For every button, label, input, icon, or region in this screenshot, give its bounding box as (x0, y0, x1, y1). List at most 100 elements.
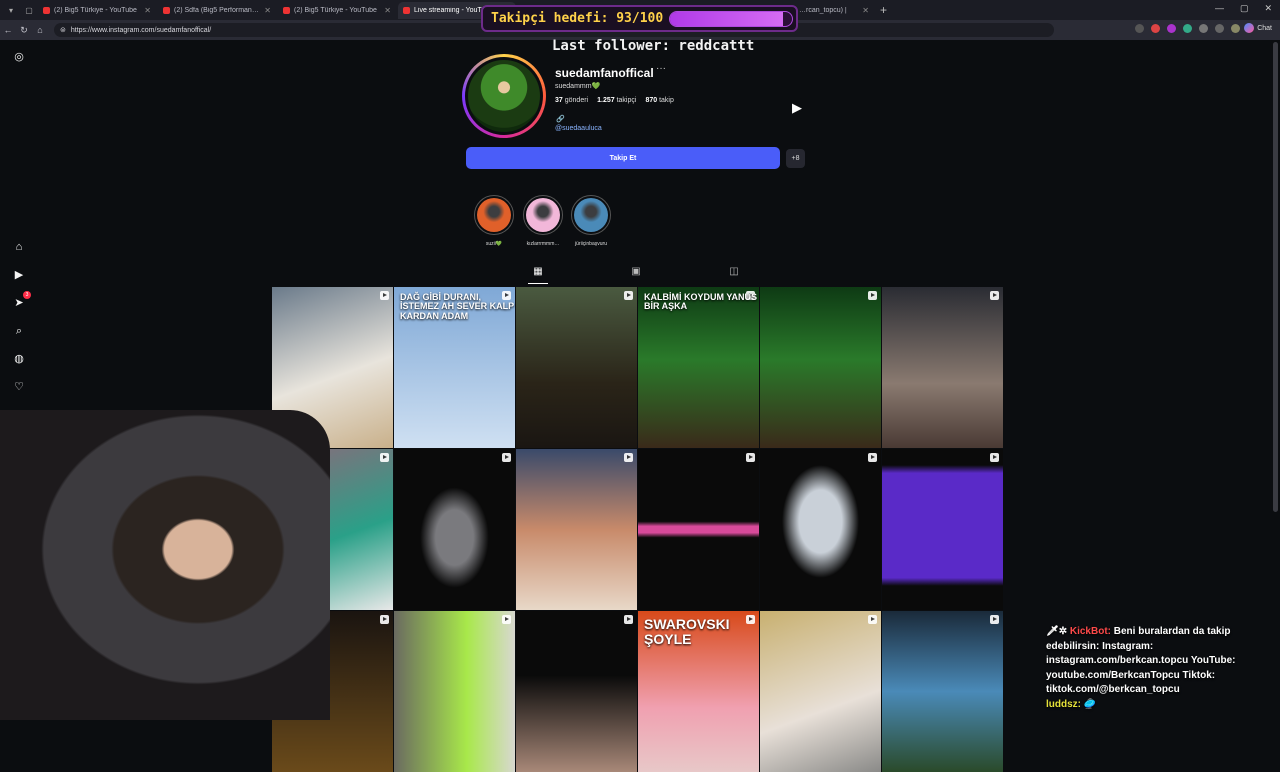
reel-icon (380, 615, 389, 624)
tab-label: (2) Sdfa (Big5 Performans) - B Gr… (174, 6, 260, 14)
story-highlight[interactable]: suzii💚 (474, 195, 514, 247)
post-thumbnail[interactable] (760, 611, 881, 772)
search-icon[interactable]: ⌕ (12, 324, 26, 338)
followers-count[interactable]: 1.257 takipçi (597, 97, 636, 104)
browser-tab[interactable]: (2) Sdfa (Big5 Performans) - B Gr… ✕ (158, 2, 276, 19)
stream-chat: 🗡✲ KickBot: Beni buralardan da takip ede… (1046, 625, 1272, 712)
browser-tab[interactable]: (2) Big5 Türkiye - YouTube ✕ (38, 2, 156, 19)
reels-icon[interactable]: ▶ (12, 268, 26, 282)
post-caption-overlay: KALBİMİ KOYDUM YANUS BİR AŞKA (644, 292, 758, 312)
post-thumbnail[interactable] (882, 287, 1003, 448)
highlight-label: jüriiçinbaşvuru (575, 241, 607, 247)
browser-tab[interactable]: …rcan_topcu) | ✕ (794, 2, 874, 19)
reel-icon (380, 453, 389, 462)
suggested-users-button[interactable]: +8 (786, 149, 805, 168)
chat-message: luddsz: 🥏 (1046, 698, 1272, 713)
url-text: https://www.instagram.com/suedamfanoffic… (70, 26, 212, 34)
messages-icon[interactable]: ➤ (12, 291, 31, 310)
post-thumbnail[interactable] (394, 449, 515, 610)
tab-label: (2) Big5 Türkiye - YouTube (54, 6, 137, 14)
reel-icon (990, 615, 999, 624)
close-icon[interactable]: ✕ (384, 6, 391, 15)
youtube-icon (403, 6, 410, 14)
posts-count[interactable]: 37 gönderi (555, 97, 588, 104)
new-tab-button[interactable]: + (880, 3, 887, 17)
minimize-icon[interactable]: — (1215, 3, 1224, 14)
profile-stats: 37 gönderi 1.257 takipçi 870 takip (555, 97, 674, 104)
reel-icon (380, 291, 389, 300)
close-icon[interactable]: ✕ (144, 6, 151, 15)
profile-picture[interactable] (462, 54, 546, 138)
chat-text: 🥏 (1083, 698, 1097, 710)
tab-tagged-icon[interactable]: ◫ (724, 266, 744, 284)
post-thumbnail[interactable] (760, 287, 881, 448)
copilot-chat-button[interactable]: Chat (1244, 23, 1272, 33)
post-thumbnail[interactable] (516, 287, 637, 448)
reel-icon (624, 291, 633, 300)
post-thumbnail[interactable] (516, 611, 637, 772)
post-thumbnail[interactable]: KALBİMİ KOYDUM YANUS BİR AŞKA (638, 287, 759, 448)
copilot-icon (1244, 23, 1255, 33)
browser-tab[interactable]: (2) Big5 Türkiye - YouTube ✕ (278, 2, 396, 19)
maximize-icon[interactable]: ▢ (1240, 3, 1249, 14)
post-thumbnail[interactable] (760, 449, 881, 610)
explore-icon[interactable]: ◍ (12, 352, 26, 366)
post-thumbnail[interactable] (882, 611, 1003, 772)
posts-grid: DAĞ GİBİ DURANI, İSTEMEZ AH SEVER KALP K… (272, 287, 1003, 772)
site-info-icon[interactable]: ⊜ (60, 26, 66, 34)
notifications-icon[interactable]: ♡ (12, 380, 26, 394)
story-highlight[interactable]: kızlarrrmmm… (523, 195, 563, 247)
back-icon[interactable]: ← (0, 25, 16, 35)
post-thumbnail[interactable] (394, 611, 515, 772)
follower-goal-widget: Takipçi hedefi: 93/100 (481, 5, 798, 32)
chat-badge-icon: 🗡✲ (1046, 626, 1068, 637)
link-icon: 🔗 (556, 116, 565, 123)
tab-posts-grid-icon[interactable]: ▦ (528, 266, 548, 284)
reel-icon (502, 615, 511, 624)
profile-link[interactable]: @suedaauluca (555, 125, 602, 132)
close-window-icon[interactable]: ✕ (1264, 3, 1272, 14)
highlight-ring (571, 195, 611, 235)
workspace-icon[interactable]: ▢ (22, 3, 36, 17)
following-count[interactable]: 870 takip (645, 97, 673, 104)
follow-button[interactable]: Takip Et (466, 147, 780, 169)
post-thumbnail[interactable]: SWAROVSKI ŞOYLE (638, 611, 759, 772)
tab-label: (2) Big5 Türkiye - YouTube (294, 6, 377, 14)
tab-reels-icon[interactable]: ▣ (626, 266, 646, 284)
window-controls: — ▢ ✕ (1215, 3, 1272, 14)
streamer-webcam (0, 410, 330, 720)
extension-icon[interactable] (1231, 24, 1240, 33)
extension-icon[interactable] (1199, 24, 1208, 33)
extension-icon[interactable] (1215, 24, 1224, 33)
tab-menu-icon[interactable]: ▾ (4, 3, 18, 17)
close-icon[interactable]: ✕ (264, 6, 271, 15)
post-thumbnail[interactable] (882, 449, 1003, 610)
highlight-ring (474, 195, 514, 235)
youtube-icon (163, 6, 170, 14)
profile-picture-image (465, 57, 543, 135)
reel-icon (990, 453, 999, 462)
highlight-ring (523, 195, 563, 235)
reload-icon[interactable]: ↻ (16, 25, 32, 36)
extension-icon[interactable] (1167, 24, 1176, 33)
extension-icon[interactable] (1151, 24, 1160, 33)
home-icon[interactable]: ⌂ (32, 25, 48, 35)
story-highlight[interactable]: jüriiçinbaşvuru (571, 195, 611, 247)
chat-message: 🗡✲ KickBot: Beni buralardan da takip ede… (1046, 625, 1272, 698)
extension-icon[interactable] (1135, 24, 1144, 33)
reel-icon (746, 453, 755, 462)
mouse-cursor-icon: ▶ (792, 100, 802, 115)
reel-icon (868, 453, 877, 462)
post-thumbnail[interactable]: DAĞ GİBİ DURANI, İSTEMEZ AH SEVER KALP K… (394, 287, 515, 448)
home-icon[interactable]: ⌂ (12, 240, 26, 254)
close-icon[interactable]: ✕ (862, 6, 869, 15)
post-caption-overlay: SWAROVSKI ŞOYLE (644, 616, 730, 647)
highlight-image (477, 198, 511, 232)
extension-icon[interactable] (1183, 24, 1192, 33)
post-thumbnail[interactable] (516, 449, 637, 610)
more-options-icon[interactable]: ··· (656, 63, 666, 74)
instagram-logo-icon[interactable]: ◎ (12, 50, 26, 64)
post-thumbnail[interactable] (638, 449, 759, 610)
reel-icon (624, 615, 633, 624)
page-scrollbar[interactable] (1273, 42, 1278, 512)
